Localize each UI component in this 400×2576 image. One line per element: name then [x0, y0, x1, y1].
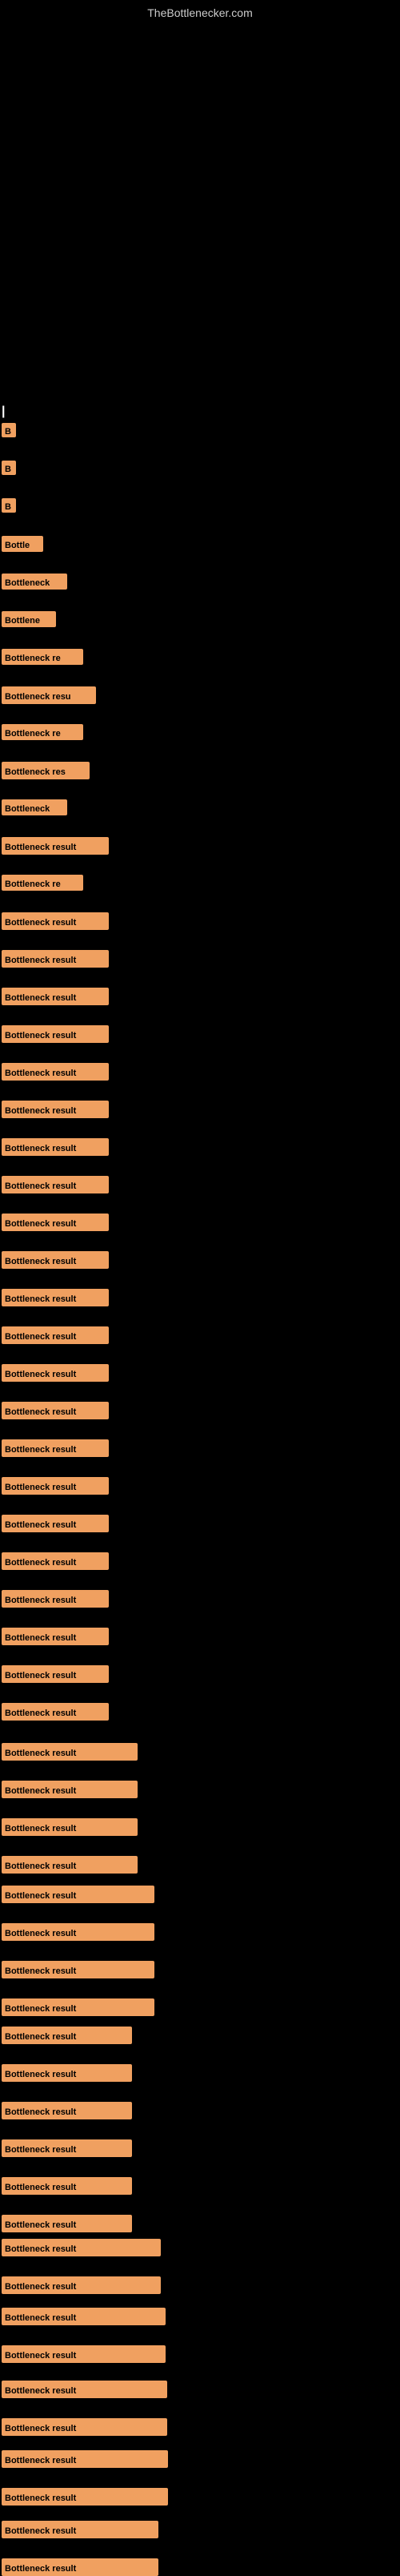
bottleneck-result-label: Bottleneck result — [2, 1961, 154, 1978]
bottleneck-result-label: Bottleneck result — [2, 1477, 109, 1495]
site-title: TheBottlenecker.com — [147, 6, 253, 19]
bottleneck-result-label: Bottleneck result — [2, 1402, 109, 1419]
bottleneck-result-label: Bottleneck result — [2, 2450, 168, 2468]
bottleneck-result-label: Bottleneck result — [2, 2345, 166, 2363]
bottleneck-result-label: B — [2, 461, 16, 475]
bottleneck-result-label: Bottleneck result — [2, 1214, 109, 1231]
bottleneck-result-label: Bottleneck result — [2, 2276, 161, 2294]
bottleneck-result-label: Bottleneck result — [2, 1251, 109, 1269]
bottleneck-result-label: B — [2, 498, 16, 513]
bottleneck-result-label: Bottleneck result — [2, 1101, 109, 1118]
bottleneck-result-label: Bottleneck result — [2, 950, 109, 968]
bottleneck-result-label: Bottleneck result — [2, 1364, 109, 1382]
bottleneck-result-label: Bottleneck result — [2, 1590, 109, 1608]
bottleneck-result-label: Bottleneck resu — [2, 686, 96, 704]
bottleneck-result-label: Bottle — [2, 536, 43, 552]
bottleneck-result-label: Bottleneck result — [2, 1781, 138, 1798]
bottleneck-result-label: Bottleneck result — [2, 1515, 109, 1532]
bottleneck-result-label: B — [2, 423, 16, 437]
bottleneck-result-label: Bottleneck result — [2, 2177, 132, 2195]
bottleneck-result-label: Bottleneck result — [2, 2027, 132, 2044]
bottleneck-result-label: Bottleneck result — [2, 1138, 109, 1156]
bottleneck-result-label: Bottleneck result — [2, 2064, 132, 2082]
bottleneck-result-label: Bottleneck re — [2, 649, 83, 665]
bottleneck-result-label: Bottleneck — [2, 799, 67, 815]
bottleneck-result-label: Bottleneck result — [2, 2139, 132, 2157]
bottleneck-result-label: Bottleneck result — [2, 2558, 158, 2576]
bottleneck-result-label: Bottleneck — [2, 574, 67, 590]
bottleneck-result-label: Bottleneck re — [2, 875, 83, 891]
bottleneck-result-label: Bottleneck result — [2, 2308, 166, 2325]
bottleneck-result-label: Bottleneck result — [2, 1923, 154, 1941]
bottleneck-result-label: Bottleneck result — [2, 1886, 154, 1903]
cursor-indicator: | — [2, 405, 5, 419]
bottleneck-result-label: Bottleneck result — [2, 912, 109, 930]
bottleneck-result-label: Bottleneck res — [2, 762, 90, 779]
bottleneck-result-label: Bottleneck result — [2, 1439, 109, 1457]
bottleneck-result-label: Bottleneck result — [2, 1665, 109, 1683]
bottleneck-result-label: Bottleneck result — [2, 1326, 109, 1344]
bottleneck-result-label: Bottleneck result — [2, 1743, 138, 1761]
bottleneck-result-label: Bottleneck result — [2, 2418, 167, 2436]
bottleneck-result-label: Bottleneck result — [2, 1703, 109, 1721]
bottleneck-result-label: Bottleneck result — [2, 1552, 109, 1570]
bottleneck-result-label: Bottleneck result — [2, 1176, 109, 1193]
bottleneck-result-label: Bottleneck result — [2, 2102, 132, 2119]
bottleneck-result-label: Bottleneck re — [2, 724, 83, 740]
bottleneck-result-label: Bottleneck result — [2, 2488, 168, 2506]
bottleneck-result-label: Bottlene — [2, 611, 56, 627]
bottleneck-result-label: Bottleneck result — [2, 2215, 132, 2232]
bottleneck-result-label: Bottleneck result — [2, 1998, 154, 2016]
bottleneck-result-label: Bottleneck result — [2, 2521, 158, 2538]
bottleneck-result-label: Bottleneck result — [2, 1818, 138, 1836]
bottleneck-result-label: Bottleneck result — [2, 1063, 109, 1081]
bottleneck-result-label: Bottleneck result — [2, 837, 109, 855]
bottleneck-result-label: Bottleneck result — [2, 988, 109, 1005]
bottleneck-result-label: Bottleneck result — [2, 1025, 109, 1043]
bottleneck-result-label: Bottleneck result — [2, 1628, 109, 1645]
bottleneck-result-label: Bottleneck result — [2, 1289, 109, 1306]
bottleneck-result-label: Bottleneck result — [2, 2239, 161, 2256]
bottleneck-result-label: Bottleneck result — [2, 1856, 138, 1874]
bottleneck-result-label: Bottleneck result — [2, 2381, 167, 2398]
